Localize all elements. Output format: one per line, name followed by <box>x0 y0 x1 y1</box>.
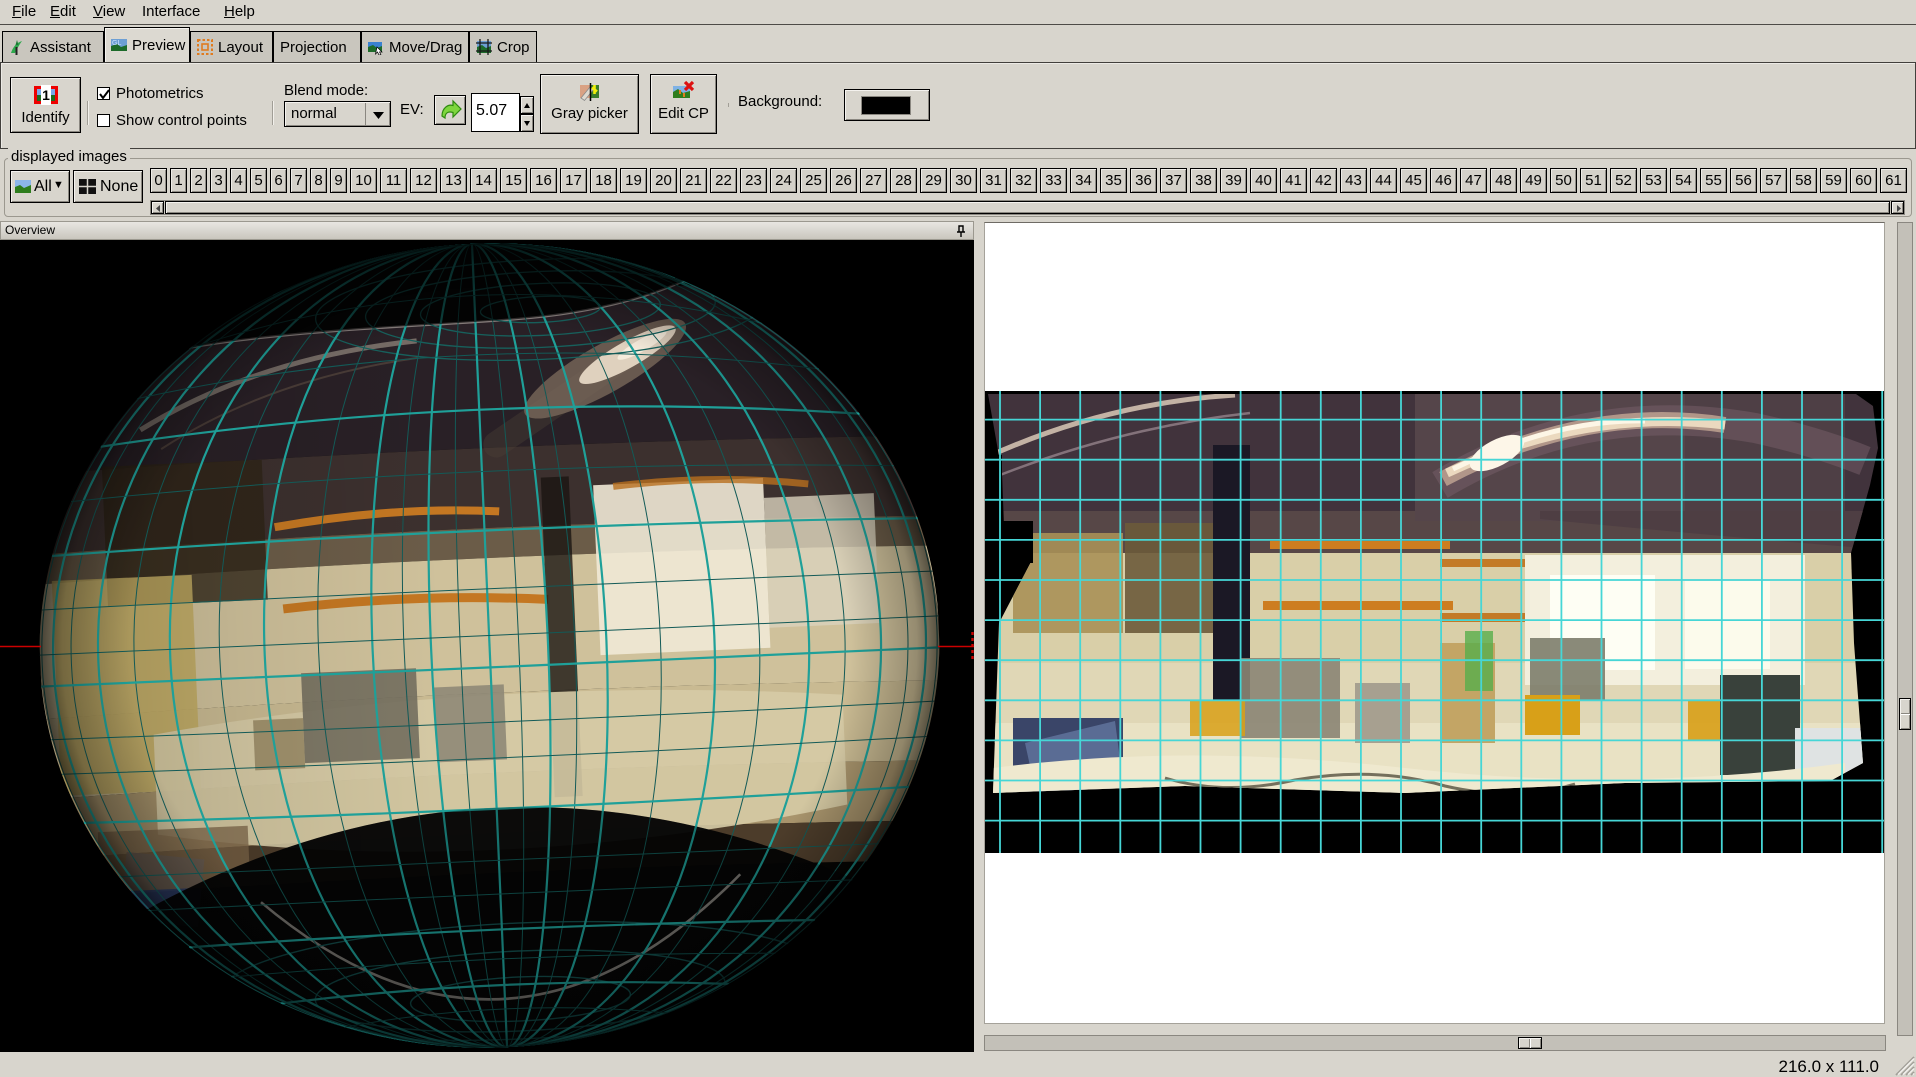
svg-text:GL: GL <box>112 40 121 47</box>
